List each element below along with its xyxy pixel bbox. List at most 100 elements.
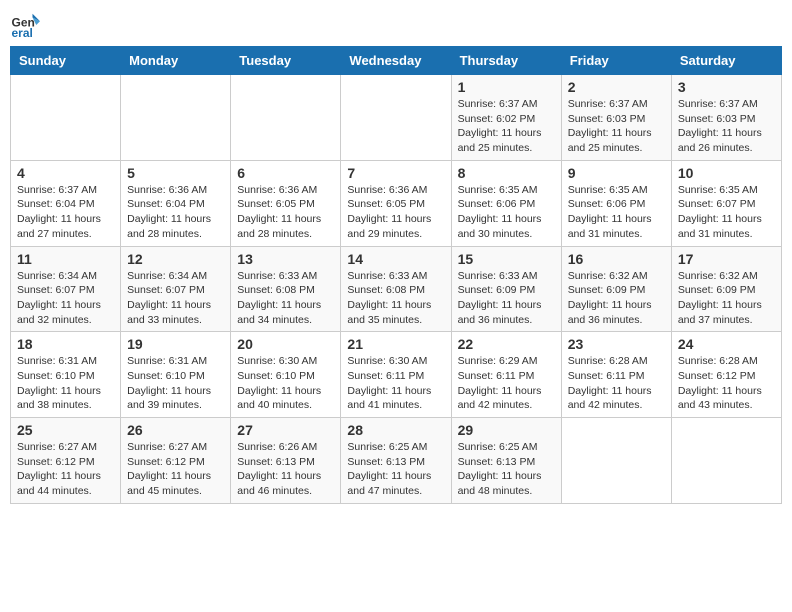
day-number: 6: [237, 165, 334, 181]
day-info: Sunrise: 6:30 AM Sunset: 6:10 PM Dayligh…: [237, 354, 334, 413]
day-number: 15: [458, 251, 555, 267]
calendar-week-4: 18 Sunrise: 6:31 AM Sunset: 6:10 PM Dayli…: [11, 332, 782, 418]
calendar-cell: 8Sunrise: 6:35 AM Sunset: 6:06 PM Daylig…: [451, 160, 561, 246]
calendar-table: SundayMondayTuesdayWednesdayThursdayFrid…: [10, 46, 782, 504]
calendar-cell: 22 Sunrise: 6:29 AM Sunset: 6:11 PM Dayli…: [451, 332, 561, 418]
day-number: 26: [127, 422, 224, 438]
weekday-header-wednesday: Wednesday: [341, 47, 451, 75]
calendar-cell: 10 Sunrise: 6:35 AM Sunset: 6:07 PM Dayli…: [671, 160, 781, 246]
day-number: 10: [678, 165, 775, 181]
day-info: Sunrise: 6:35 AM Sunset: 6:07 PM Dayligh…: [678, 183, 775, 242]
day-info: Sunrise: 6:37 AM Sunset: 6:04 PM Dayligh…: [17, 183, 114, 242]
day-info: Sunrise: 6:25 AM Sunset: 6:13 PM Dayligh…: [458, 440, 555, 499]
day-info: Sunrise: 6:36 AM Sunset: 6:05 PM Dayligh…: [347, 183, 444, 242]
day-number: 11: [17, 251, 114, 267]
day-info: Sunrise: 6:33 AM Sunset: 6:08 PM Dayligh…: [237, 269, 334, 328]
calendar-header: SundayMondayTuesdayWednesdayThursdayFrid…: [11, 47, 782, 75]
calendar-cell: 2 Sunrise: 6:37 AM Sunset: 6:03 PM Daylig…: [561, 75, 671, 161]
calendar-cell: 4 Sunrise: 6:37 AM Sunset: 6:04 PM Daylig…: [11, 160, 121, 246]
day-number: 12: [127, 251, 224, 267]
calendar-cell: [671, 418, 781, 504]
day-number: 9: [568, 165, 665, 181]
calendar-cell: [11, 75, 121, 161]
day-info: Sunrise: 6:34 AM Sunset: 6:07 PM Dayligh…: [17, 269, 114, 328]
day-number: 21: [347, 336, 444, 352]
day-number: 20: [237, 336, 334, 352]
calendar-cell: 14 Sunrise: 6:33 AM Sunset: 6:08 PM Dayli…: [341, 246, 451, 332]
calendar-cell: 11 Sunrise: 6:34 AM Sunset: 6:07 PM Dayli…: [11, 246, 121, 332]
day-number: 8: [458, 165, 555, 181]
calendar-cell: 15 Sunrise: 6:33 AM Sunset: 6:09 PM Dayli…: [451, 246, 561, 332]
day-info: Sunrise: 6:31 AM Sunset: 6:10 PM Dayligh…: [127, 354, 224, 413]
logo-icon: Gen eral: [10, 10, 40, 40]
day-number: 17: [678, 251, 775, 267]
calendar-cell: 29 Sunrise: 6:25 AM Sunset: 6:13 PM Dayli…: [451, 418, 561, 504]
calendar-cell: 24 Sunrise: 6:28 AM Sunset: 6:12 PM Dayli…: [671, 332, 781, 418]
day-number: 18: [17, 336, 114, 352]
day-info: Sunrise: 6:33 AM Sunset: 6:09 PM Dayligh…: [458, 269, 555, 328]
day-number: 2: [568, 79, 665, 95]
day-number: 19: [127, 336, 224, 352]
day-number: 3: [678, 79, 775, 95]
calendar-cell: 16 Sunrise: 6:32 AM Sunset: 6:09 PM Dayli…: [561, 246, 671, 332]
day-number: 27: [237, 422, 334, 438]
day-number: 23: [568, 336, 665, 352]
calendar-header-row: SundayMondayTuesdayWednesdayThursdayFrid…: [11, 47, 782, 75]
day-info: Sunrise: 6:33 AM Sunset: 6:08 PM Dayligh…: [347, 269, 444, 328]
day-info: Sunrise: 6:28 AM Sunset: 6:12 PM Dayligh…: [678, 354, 775, 413]
day-number: 22: [458, 336, 555, 352]
day-info: Sunrise: 6:32 AM Sunset: 6:09 PM Dayligh…: [568, 269, 665, 328]
calendar-cell: 26 Sunrise: 6:27 AM Sunset: 6:12 PM Dayli…: [121, 418, 231, 504]
calendar-cell: 9 Sunrise: 6:35 AM Sunset: 6:06 PM Daylig…: [561, 160, 671, 246]
page-header: Gen eral: [10, 10, 782, 40]
day-info: Sunrise: 6:26 AM Sunset: 6:13 PM Dayligh…: [237, 440, 334, 499]
day-info: Sunrise: 6:32 AM Sunset: 6:09 PM Dayligh…: [678, 269, 775, 328]
day-info: Sunrise: 6:35 AM Sunset: 6:06 PM Dayligh…: [568, 183, 665, 242]
day-info: Sunrise: 6:37 AM Sunset: 6:02 PM Dayligh…: [458, 97, 555, 156]
calendar-cell: 17 Sunrise: 6:32 AM Sunset: 6:09 PM Dayli…: [671, 246, 781, 332]
calendar-cell: 12Sunrise: 6:34 AM Sunset: 6:07 PM Dayli…: [121, 246, 231, 332]
day-info: Sunrise: 6:29 AM Sunset: 6:11 PM Dayligh…: [458, 354, 555, 413]
weekday-header-sunday: Sunday: [11, 47, 121, 75]
calendar-cell: 13 Sunrise: 6:33 AM Sunset: 6:08 PM Dayli…: [231, 246, 341, 332]
day-info: Sunrise: 6:36 AM Sunset: 6:04 PM Dayligh…: [127, 183, 224, 242]
day-number: 29: [458, 422, 555, 438]
day-number: 16: [568, 251, 665, 267]
day-info: Sunrise: 6:36 AM Sunset: 6:05 PM Dayligh…: [237, 183, 334, 242]
calendar-cell: 3 Sunrise: 6:37 AM Sunset: 6:03 PM Daylig…: [671, 75, 781, 161]
calendar-cell: [231, 75, 341, 161]
calendar-body: 1 Sunrise: 6:37 AM Sunset: 6:02 PM Daylig…: [11, 75, 782, 504]
calendar-cell: 6 Sunrise: 6:36 AM Sunset: 6:05 PM Daylig…: [231, 160, 341, 246]
day-number: 13: [237, 251, 334, 267]
day-info: Sunrise: 6:27 AM Sunset: 6:12 PM Dayligh…: [127, 440, 224, 499]
calendar-cell: 5 Sunrise: 6:36 AM Sunset: 6:04 PM Daylig…: [121, 160, 231, 246]
calendar-cell: [561, 418, 671, 504]
calendar-cell: 23 Sunrise: 6:28 AM Sunset: 6:11 PM Dayli…: [561, 332, 671, 418]
weekday-header-saturday: Saturday: [671, 47, 781, 75]
calendar-cell: 20 Sunrise: 6:30 AM Sunset: 6:10 PM Dayli…: [231, 332, 341, 418]
day-info: Sunrise: 6:37 AM Sunset: 6:03 PM Dayligh…: [568, 97, 665, 156]
weekday-header-thursday: Thursday: [451, 47, 561, 75]
calendar-cell: 18 Sunrise: 6:31 AM Sunset: 6:10 PM Dayli…: [11, 332, 121, 418]
svg-text:eral: eral: [12, 26, 33, 40]
calendar-cell: 19 Sunrise: 6:31 AM Sunset: 6:10 PM Dayli…: [121, 332, 231, 418]
day-number: 7: [347, 165, 444, 181]
day-number: 24: [678, 336, 775, 352]
day-info: Sunrise: 6:37 AM Sunset: 6:03 PM Dayligh…: [678, 97, 775, 156]
day-number: 14: [347, 251, 444, 267]
logo: Gen eral: [10, 10, 42, 40]
day-number: 4: [17, 165, 114, 181]
weekday-header-tuesday: Tuesday: [231, 47, 341, 75]
day-number: 5: [127, 165, 224, 181]
calendar-week-3: 11 Sunrise: 6:34 AM Sunset: 6:07 PM Dayli…: [11, 246, 782, 332]
calendar-week-1: 1 Sunrise: 6:37 AM Sunset: 6:02 PM Daylig…: [11, 75, 782, 161]
calendar-cell: [341, 75, 451, 161]
day-number: 1: [458, 79, 555, 95]
day-info: Sunrise: 6:28 AM Sunset: 6:11 PM Dayligh…: [568, 354, 665, 413]
day-info: Sunrise: 6:31 AM Sunset: 6:10 PM Dayligh…: [17, 354, 114, 413]
calendar-cell: 1 Sunrise: 6:37 AM Sunset: 6:02 PM Daylig…: [451, 75, 561, 161]
calendar-cell: 7 Sunrise: 6:36 AM Sunset: 6:05 PM Daylig…: [341, 160, 451, 246]
calendar-cell: [121, 75, 231, 161]
calendar-week-2: 4 Sunrise: 6:37 AM Sunset: 6:04 PM Daylig…: [11, 160, 782, 246]
calendar-week-5: 25Sunrise: 6:27 AM Sunset: 6:12 PM Dayli…: [11, 418, 782, 504]
